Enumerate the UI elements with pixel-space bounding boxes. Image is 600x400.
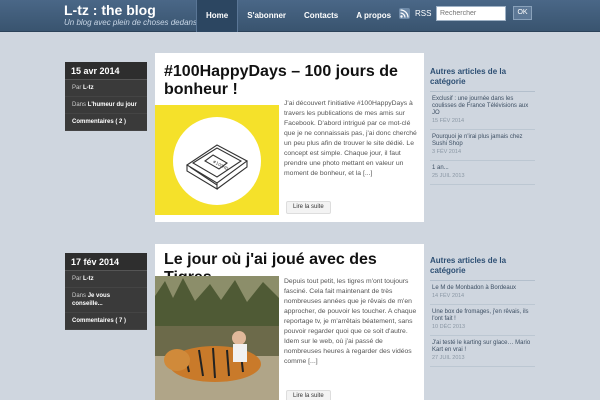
related-heading: Autres articles de la catégorie (430, 256, 535, 281)
author-prefix: Par (72, 276, 82, 282)
notebook-sketch-icon: #100HD (173, 117, 261, 205)
comments-link[interactable]: Commentaires ( 2 ) (65, 114, 147, 131)
related-link[interactable]: Pourquoi je n'irai plus jamais chez Sush… (432, 134, 533, 148)
top-bar: L-tz : the blog Un blog avec plein de ch… (0, 0, 600, 32)
category-link[interactable]: L'humeur du jour (88, 102, 137, 108)
read-more-button[interactable]: Lire la suite (286, 390, 331, 400)
tiger-photo-icon (155, 276, 279, 400)
site-title[interactable]: L-tz : the blog (64, 3, 197, 18)
search-input[interactable] (436, 6, 506, 21)
related-link[interactable]: Le M de Monbadon à Bordeaux (432, 285, 533, 292)
author-link[interactable]: L-tz (83, 276, 94, 282)
post-category: Dans Je vous conseille... (65, 288, 147, 313)
nav-subscribe[interactable]: S'abonner (238, 0, 295, 32)
related-link[interactable]: J'ai testé le karting sur glace… Mario K… (432, 340, 533, 354)
post-author: Par L-tz (65, 80, 147, 97)
post-date: 15 avr 2014 (65, 62, 147, 80)
nav-contacts[interactable]: Contacts (295, 0, 347, 32)
post-thumbnail[interactable] (155, 276, 279, 400)
post-author: Par L-tz (65, 271, 147, 288)
post-date: 17 fév 2014 (65, 253, 147, 271)
related-item: 1 an... 25 JUIL 2013 (430, 161, 535, 185)
related-link[interactable]: 1 an... (432, 165, 533, 172)
related-item: Exclusif : une journée dans les coulisse… (430, 92, 535, 130)
site-logo[interactable]: L-tz : the blog Un blog avec plein de ch… (64, 3, 197, 28)
rss-link[interactable]: RSS (415, 9, 431, 18)
main-nav: Home S'abonner Contacts A propos (196, 0, 400, 32)
post-category: Dans L'humeur du jour (65, 97, 147, 114)
post-meta: 15 avr 2014 Par L-tz Dans L'humeur du jo… (65, 62, 147, 131)
search-button[interactable]: OK (513, 6, 532, 20)
author-prefix: Par (72, 85, 82, 91)
related-item: J'ai testé le karting sur glace… Mario K… (430, 336, 535, 367)
author-link[interactable]: L-tz (83, 85, 94, 91)
post-excerpt: Depuis tout petit, les tigres m'ont touj… (284, 278, 417, 365)
category-prefix: Dans (72, 293, 87, 299)
read-more-button[interactable]: Lire la suite (286, 201, 331, 214)
related-articles: Autres articles de la catégorie Exclusif… (430, 67, 535, 185)
related-date: 25 JUIL 2013 (432, 173, 465, 179)
site-tagline: Un blog avec plein de choses dedans (64, 18, 197, 27)
related-heading: Autres articles de la catégorie (430, 67, 535, 92)
nav-home[interactable]: Home (196, 0, 239, 32)
post-card: Le jour où j'ai joué avec des Tigres Dep… (155, 244, 424, 400)
nav-about[interactable]: A propos (347, 0, 400, 32)
post-thumbnail[interactable]: #100HD (155, 105, 279, 215)
post-card: #100HappyDays – 100 jours de bonheur ! #… (155, 53, 424, 222)
related-date: 10 DÉC 2013 (432, 324, 466, 330)
related-date: 14 FÉV 2014 (432, 293, 465, 299)
post-title[interactable]: #100HappyDays – 100 jours de bonheur ! (164, 63, 419, 99)
related-link[interactable]: Une box de fromages, j'en rêvais, ils l'… (432, 309, 533, 323)
related-item: Une box de fromages, j'en rêvais, ils l'… (430, 305, 535, 336)
related-item: Pourquoi je n'irai plus jamais chez Sush… (430, 130, 535, 161)
post-meta: 17 fév 2014 Par L-tz Dans Je vous consei… (65, 253, 147, 330)
category-prefix: Dans (72, 102, 87, 108)
comments-link[interactable]: Commentaires ( 7 ) (65, 313, 147, 330)
post-excerpt: J'ai découvert l'initiative #100HappyDay… (284, 100, 417, 177)
related-articles: Autres articles de la catégorie Le M de … (430, 256, 535, 367)
related-date: 27 JUIL 2013 (432, 355, 465, 361)
rss-icon[interactable] (399, 8, 410, 19)
related-link[interactable]: Exclusif : une journée dans les coulisse… (432, 96, 533, 117)
related-date: 15 FÉV 2014 (432, 118, 465, 124)
related-date: 3 FÉV 2014 (432, 149, 462, 155)
related-item: Le M de Monbadon à Bordeaux 14 FÉV 2014 (430, 281, 535, 305)
